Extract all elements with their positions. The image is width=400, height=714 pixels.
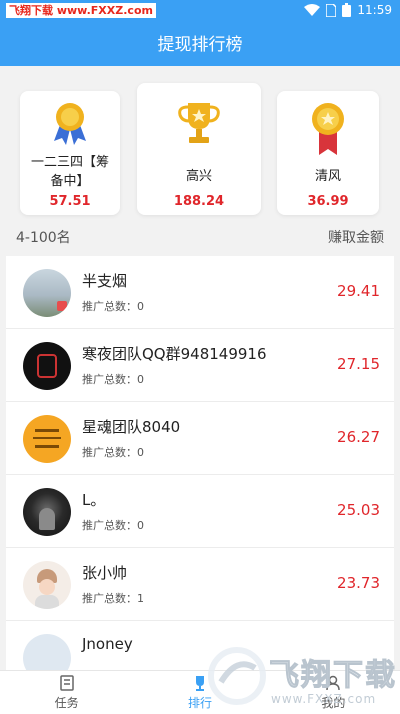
app-header: 飞翔下载 www.FXXZ.com 11:59 提现排行榜: [0, 0, 400, 66]
list-item[interactable]: L。 推广总数：0 25.03: [6, 475, 394, 548]
tab-tasks[interactable]: 任务: [0, 671, 133, 714]
ranking-list: 半支烟 推广总数：0 29.41 寒夜团队QQ群948149916 推广总数：0…: [6, 256, 394, 694]
list-item[interactable]: 张小帅 推广总数：1 23.73: [6, 548, 394, 621]
earnings-label: 赚取金额: [328, 230, 384, 246]
promotion-count: 推广总数：0: [82, 373, 144, 386]
earned-amount: 26.27: [337, 428, 380, 446]
sim-icon: [326, 3, 337, 17]
podium-amount: 36.99: [307, 194, 349, 209]
podium-name: 高兴: [185, 169, 212, 184]
avatar: [23, 342, 71, 390]
watermark-text: 飞翔下载: [269, 658, 397, 694]
list-item[interactable]: 星魂团队8040 推广总数：0 26.27: [6, 402, 394, 475]
user-name: L。: [82, 491, 106, 509]
fxxz-logo-icon: [208, 647, 266, 705]
status-bar: 飞翔下载 www.FXXZ.com 11:59: [0, 0, 400, 20]
earned-amount: 25.03: [337, 501, 380, 519]
site-watermark: 飞翔下载 www.FXXZ.com: [6, 2, 156, 18]
user-name: 张小帅: [82, 564, 128, 582]
promotion-count: 推广总数：0: [82, 300, 144, 313]
avatar: [23, 415, 71, 463]
fxxz-watermark: 飞翔下载 www.FXXZ.com: [205, 640, 400, 714]
user-name: 寒夜团队QQ群948149916: [82, 345, 267, 363]
user-name: 星魂团队8040: [82, 418, 181, 436]
podium-amount: 57.51: [49, 194, 91, 209]
avatar: [23, 561, 71, 609]
earned-amount: 23.73: [337, 574, 380, 592]
avatar: [23, 269, 71, 317]
list-item[interactable]: 半支烟 推广总数：0 29.41: [6, 256, 394, 329]
podium-name: 一二三四【筹备中】: [30, 155, 109, 189]
tab-label: 任务: [54, 696, 79, 710]
promotion-count: 推广总数：0: [82, 519, 144, 532]
top-three-podium: 一二三四【筹备中】 57.51 高兴 188.24 清风 36.99: [0, 66, 400, 226]
silver-medal-icon: [54, 103, 86, 145]
earned-amount: 27.15: [337, 355, 380, 373]
rank-range-label: 4-100名: [16, 230, 71, 246]
user-name: Jnoney: [82, 635, 133, 653]
podium-card-third[interactable]: 清风 36.99: [277, 91, 379, 215]
promotion-count: 推广总数：0: [82, 446, 144, 459]
bronze-medal-icon: [312, 103, 344, 155]
podium-card-first[interactable]: 高兴 188.24: [137, 83, 261, 215]
gold-trophy-icon: [178, 103, 220, 143]
podium-name: 清风: [314, 169, 341, 184]
ranking-section-header: 4-100名 赚取金额: [0, 226, 400, 248]
clock: 11:59: [357, 3, 392, 17]
task-icon: [59, 675, 74, 691]
wifi-icon: [304, 4, 321, 16]
podium-card-second[interactable]: 一二三四【筹备中】 57.51: [20, 91, 120, 215]
battery-icon: [342, 3, 352, 17]
status-icons: 11:59: [304, 3, 392, 17]
user-name: 半支烟: [82, 272, 128, 290]
watermark-url: www.FXXZ.com: [271, 692, 377, 706]
list-item[interactable]: 寒夜团队QQ群948149916 推广总数：0 27.15: [6, 329, 394, 402]
avatar: [23, 488, 71, 536]
promotion-count: 推广总数：1: [82, 592, 144, 605]
podium-amount: 188.24: [173, 194, 225, 209]
earned-amount: 29.41: [337, 282, 380, 300]
page-title: 提现排行榜: [157, 35, 243, 55]
